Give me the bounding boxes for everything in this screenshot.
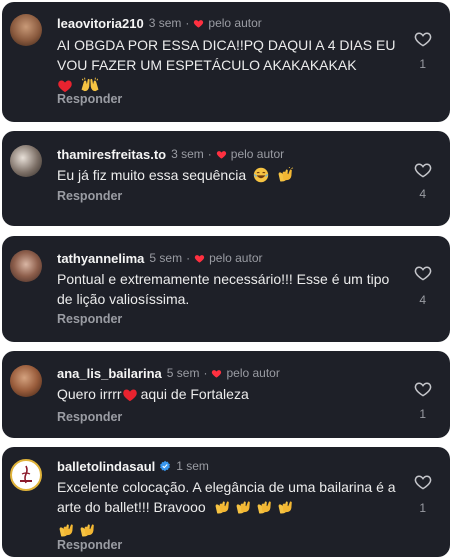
- comments-list: leaovitoria210 3 sem · pelo autor AI OBG…: [0, 0, 452, 559]
- clapping-hands-emoji-icon: [276, 166, 294, 188]
- like-heart-icon[interactable]: [414, 264, 432, 281]
- comment-username[interactable]: tathyannelima: [57, 251, 144, 266]
- reply-button[interactable]: Responder: [57, 410, 122, 424]
- comment-text: Excelente colocação. A elegância de uma …: [57, 477, 397, 543]
- comment-time: 5 sem: [149, 251, 183, 265]
- comment-text: Pontual e extremamente necessário!!! Ess…: [57, 269, 397, 309]
- clapping-hands-emoji-icon: [276, 499, 294, 520]
- avatar[interactable]: [10, 459, 42, 491]
- comment-card: ana_lis_bailarina 5 sem · pelo autor Que…: [2, 351, 450, 438]
- liked-by-author-label: pelo autor: [209, 251, 263, 265]
- comment-header: balletolindasaul 1 sem: [57, 457, 209, 475]
- like-heart-icon[interactable]: [414, 161, 432, 178]
- reply-button[interactable]: Responder: [57, 312, 122, 326]
- like-count: 1: [419, 407, 426, 421]
- comment-header: ana_lis_bailarina 5 sem · pelo autor: [57, 364, 280, 382]
- clapping-hands-emoji-icon: [255, 499, 273, 520]
- like-heart-icon[interactable]: [414, 30, 432, 47]
- verified-badge-icon: [160, 460, 171, 472]
- clapping-hands-emoji-icon: [234, 499, 252, 520]
- comment-text: AI OBGDA POR ESSA DICA!!PQ DAQUI A 4 DIA…: [57, 35, 397, 98]
- reply-button[interactable]: Responder: [57, 92, 122, 106]
- comment-text-after: aqui de Fortaleza: [140, 386, 249, 402]
- avatar[interactable]: [10, 365, 42, 397]
- red-heart-emoji-icon: [122, 387, 138, 407]
- comment-username[interactable]: balletolindasaul: [57, 459, 155, 474]
- laughing-emoji-icon: [253, 167, 269, 188]
- liked-by-author-label: pelo autor: [230, 147, 285, 161]
- comment-text-before: Quero irrrr: [57, 386, 122, 402]
- ballet-logo-icon: [14, 463, 38, 487]
- clapping-hands-emoji-icon: [213, 499, 231, 520]
- comment-card: thamiresfreitas.to 3 sem · pelo autor Eu…: [2, 131, 450, 226]
- liked-by-author-label: pelo autor: [208, 16, 262, 30]
- comment-time: 3 sem: [148, 16, 182, 30]
- author-heart-icon: [194, 254, 205, 263]
- comment-time: 5 sem: [166, 366, 200, 380]
- avatar[interactable]: [10, 250, 42, 282]
- like-heart-icon[interactable]: [414, 380, 432, 397]
- like-heart-icon[interactable]: [414, 473, 432, 490]
- liked-by-author-label: pelo autor: [226, 366, 280, 380]
- reply-button[interactable]: Responder: [57, 538, 122, 552]
- comment-username[interactable]: leaovitoria210: [57, 16, 144, 31]
- comment-text: Quero irrrr aqui de Fortaleza: [57, 384, 397, 407]
- comment-text: Eu já fiz muito essa sequência: [57, 165, 397, 188]
- like-count: 4: [419, 187, 426, 201]
- comment-time: 1 sem: [176, 459, 209, 473]
- separator-dot: ·: [207, 147, 212, 161]
- like-count: 1: [419, 501, 426, 515]
- comment-username[interactable]: ana_lis_bailarina: [57, 366, 162, 381]
- comment-text-content: AI OBGDA POR ESSA DICA!!PQ DAQUI A 4 DIA…: [57, 37, 396, 73]
- separator-dot: ·: [185, 16, 190, 30]
- comment-card: balletolindasaul 1 sem Excelente colocaç…: [2, 447, 450, 557]
- comment-header: thamiresfreitas.to 3 sem · pelo autor: [57, 145, 284, 163]
- author-heart-icon: [216, 150, 226, 159]
- avatar[interactable]: [10, 145, 42, 177]
- comment-text-content: Pontual e extremamente necessário!!! Ess…: [57, 271, 390, 307]
- comment-card: tathyannelima 5 sem · pelo autor Pontual…: [2, 236, 450, 342]
- comment-username[interactable]: thamiresfreitas.to: [57, 147, 166, 162]
- comment-header: tathyannelima 5 sem · pelo autor: [57, 249, 262, 267]
- comment-card: leaovitoria210 3 sem · pelo autor AI OBG…: [2, 2, 450, 122]
- reply-button[interactable]: Responder: [57, 189, 122, 203]
- like-count: 4: [419, 293, 426, 307]
- comment-header: leaovitoria210 3 sem · pelo autor: [57, 14, 262, 32]
- comment-time: 3 sem: [171, 147, 204, 161]
- comment-text-content: Eu já fiz muito essa sequência: [57, 167, 247, 183]
- separator-dot: ·: [203, 366, 208, 380]
- avatar[interactable]: [10, 14, 42, 46]
- like-count: 1: [419, 57, 426, 71]
- separator-dot: ·: [186, 251, 191, 265]
- author-heart-icon: [194, 19, 204, 28]
- author-heart-icon: [212, 369, 222, 378]
